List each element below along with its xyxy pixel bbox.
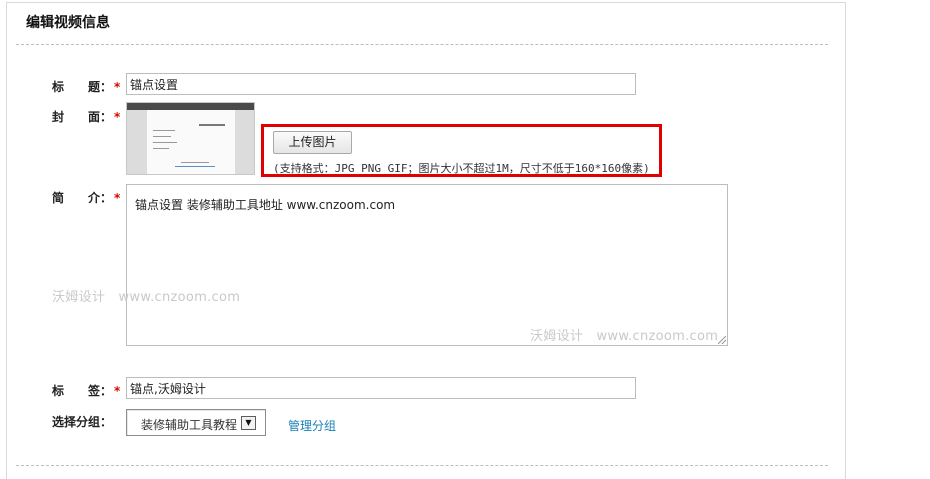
group-select[interactable]: 装修辅助工具教程 ▼	[126, 409, 266, 436]
intro-label: 简 介： *	[52, 191, 121, 205]
upload-image-button[interactable]: 上传图片	[273, 131, 352, 154]
dropdown-arrow-icon[interactable]: ▼	[241, 416, 256, 430]
title-input[interactable]: 锚点设置	[126, 73, 636, 95]
manage-group-link[interactable]: 管理分组	[288, 417, 336, 434]
group-label: 选择分组：	[52, 415, 113, 429]
watermark-left: 沃姆设计 www.cnzoom.com	[52, 290, 241, 305]
divider-bottom	[16, 465, 828, 466]
tags-label: 标 签： *	[52, 384, 121, 398]
upload-hint: (支持格式：JPG PNG GIF；图片大小不超过1M，尺寸不低于160*160…	[273, 162, 650, 175]
intro-text: 锚点设置 装修辅助工具地址 www.cnzoom.com	[135, 198, 396, 212]
divider-top	[16, 44, 828, 45]
intro-textarea[interactable]: 锚点设置 装修辅助工具地址 www.cnzoom.com	[126, 184, 728, 346]
panel-title: 编辑视频信息	[26, 15, 110, 31]
group-selected-value: 装修辅助工具教程	[141, 418, 238, 432]
title-label: 标 题： *	[52, 80, 121, 94]
resize-grip-icon[interactable]	[718, 336, 726, 344]
watermark-right: 沃姆设计 www.cnzoom.com	[530, 329, 719, 344]
tags-input[interactable]: 锚点,沃姆设计	[126, 377, 636, 399]
cover-label: 封 面： *	[52, 110, 121, 124]
cover-thumbnail[interactable]	[126, 102, 255, 175]
